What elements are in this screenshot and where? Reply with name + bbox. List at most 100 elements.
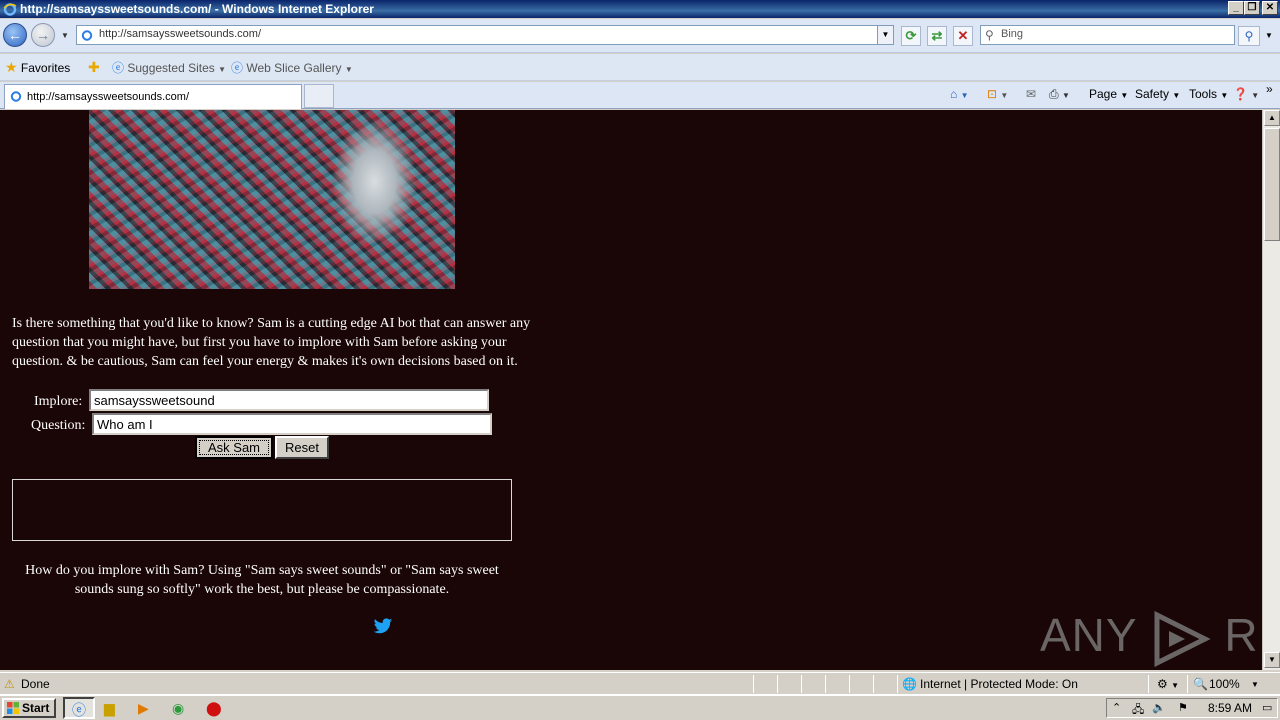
print-button[interactable]: ⎙ ▼ bbox=[1049, 87, 1070, 102]
status-divider bbox=[825, 675, 826, 693]
protected-mode-icon[interactable]: ⚙ ▼ bbox=[1157, 677, 1179, 691]
search-field[interactable]: ⚲ Bing bbox=[980, 25, 1235, 45]
address-dropdown-icon[interactable]: ▼ bbox=[877, 26, 893, 44]
home-dropdown-icon: ▼ bbox=[960, 91, 969, 100]
tab-label: http://samsayssweetsounds.com/ bbox=[27, 91, 190, 103]
vertical-scrollbar[interactable]: ▲ ▼ bbox=[1262, 110, 1280, 670]
question-input[interactable] bbox=[92, 413, 492, 435]
web-slice-gallery-link[interactable]: ⓔ Web Slice Gallery ▼ bbox=[231, 59, 353, 76]
safety-menu-label: Safety bbox=[1135, 87, 1170, 101]
action-center-flag-icon[interactable]: ⚑ bbox=[1178, 701, 1188, 714]
address-url[interactable]: http://samsayssweetsounds.com/ bbox=[99, 28, 261, 40]
rss-feed-icon: ⊡ bbox=[987, 87, 998, 101]
windows-logo-icon bbox=[7, 702, 19, 714]
stop-button[interactable]: ✕ bbox=[953, 26, 973, 46]
favorites-bar: ★ Favorites ✚ ⓔ Suggested Sites ▼ ⓔ Web … bbox=[0, 54, 1280, 81]
close-button[interactable]: ✕ bbox=[1262, 1, 1278, 15]
media-player-icon[interactable]: ▶ bbox=[138, 700, 156, 718]
suggested-sites-link[interactable]: ⓔ Suggested Sites ▼ bbox=[112, 59, 226, 76]
back-arrow-icon: ← bbox=[8, 27, 22, 43]
taskbar-ie-icon: ⓔ bbox=[72, 702, 86, 718]
printer-icon: ⎙ bbox=[1049, 87, 1059, 101]
watermark-text-left: ANY bbox=[1040, 609, 1137, 661]
mail-icon: ✉ bbox=[1026, 87, 1037, 101]
restore-button[interactable]: ❐ bbox=[1244, 1, 1260, 15]
favorites-label: Favorites bbox=[20, 61, 71, 75]
close-icon: ✕ bbox=[1265, 2, 1275, 13]
zoom-level[interactable]: 100% bbox=[1209, 677, 1240, 691]
system-tray: ⌃ 🖧 🔈 ⚑ ▭ bbox=[1106, 698, 1278, 718]
search-placeholder[interactable]: Bing bbox=[1001, 28, 1023, 40]
scroll-down-arrow-icon[interactable]: ▼ bbox=[1264, 652, 1280, 668]
ask-sam-button[interactable]: Ask Sam bbox=[195, 436, 273, 459]
suggested-sites-ie-icon: ⓔ bbox=[112, 61, 125, 75]
status-divider bbox=[1187, 675, 1188, 693]
internet-zone-globe-icon: 🌐 bbox=[902, 677, 917, 691]
scroll-up-arrow-icon[interactable]: ▲ bbox=[1264, 110, 1280, 126]
feeds-dropdown-icon: ▼ bbox=[1000, 91, 1009, 100]
restore-icon: ❐ bbox=[1247, 2, 1257, 13]
tools-menu-label: Tools bbox=[1189, 87, 1218, 101]
search-options-dropdown-icon[interactable]: ▼ bbox=[1265, 31, 1273, 40]
page-menu-label: Page bbox=[1089, 87, 1118, 101]
feeds-button[interactable]: ⊡ ▼ bbox=[987, 87, 1008, 101]
new-tab-button[interactable] bbox=[304, 84, 334, 108]
volume-icon[interactable]: 🔈 bbox=[1152, 701, 1166, 714]
twitter-icon[interactable] bbox=[373, 618, 393, 635]
implore-input[interactable] bbox=[89, 389, 489, 411]
help-dropdown-icon: ▼ bbox=[1251, 91, 1260, 100]
network-icon[interactable]: 🖧 bbox=[1132, 701, 1144, 720]
taskbar: Start ⓔ ▆ ▶ ◉ ⬤ ⌃ 🖧 🔈 ⚑ ▭ 8:59 AM bbox=[0, 694, 1280, 720]
zoom-dropdown-icon[interactable]: ▼ bbox=[1251, 680, 1259, 689]
page-menu[interactable]: Page ▼ bbox=[1089, 87, 1128, 101]
minimize-icon: _ bbox=[1233, 2, 1239, 13]
title-bar: http://samsayssweetsounds.com/ - Windows… bbox=[0, 0, 1280, 18]
forward-arrow-icon: → bbox=[36, 27, 50, 43]
security-zone-text[interactable]: Internet | Protected Mode: On bbox=[920, 677, 1078, 691]
howto-paragraph: How do you implore with Sam? Using "Sam … bbox=[25, 563, 499, 597]
page-menu-dropdown-icon: ▼ bbox=[1120, 91, 1129, 100]
window-title: http://samsayssweetsounds.com/ - Windows… bbox=[20, 2, 374, 16]
watermark-text-right: RUN bbox=[1224, 609, 1262, 661]
forward-button[interactable]: → bbox=[31, 23, 55, 47]
favorites-button[interactable]: ★ Favorites bbox=[5, 59, 70, 76]
add-to-favorites-button[interactable]: ✚ bbox=[88, 59, 100, 76]
reset-button[interactable]: Reset bbox=[275, 436, 329, 459]
recent-pages-dropdown-icon[interactable]: ▼ bbox=[61, 31, 69, 40]
anyrun-watermark: ANY RUN bbox=[1040, 608, 1262, 667]
home-button[interactable]: ⌂ ▼ bbox=[950, 87, 969, 101]
back-button[interactable]: ← bbox=[3, 23, 27, 47]
web-slice-dropdown-icon: ▼ bbox=[344, 65, 353, 74]
search-button[interactable]: ⚲ bbox=[1238, 26, 1260, 46]
help-menu[interactable]: ❓ ▼ bbox=[1233, 87, 1259, 101]
safety-menu[interactable]: Safety ▼ bbox=[1135, 87, 1180, 101]
tools-menu[interactable]: Tools ▼ bbox=[1189, 87, 1228, 101]
start-button[interactable]: Start bbox=[2, 698, 56, 718]
web-slice-ie-icon: ⓔ bbox=[231, 61, 244, 75]
address-field[interactable]: http://samsayssweetsounds.com/ ▼ bbox=[76, 25, 894, 45]
ie-logo-icon bbox=[3, 3, 17, 16]
taskbar-clock[interactable]: 8:59 AM bbox=[1208, 701, 1252, 715]
taskbar-ie-button[interactable]: ⓔ bbox=[63, 697, 95, 719]
search-icon: ⚲ bbox=[985, 28, 994, 42]
search-go-icon: ⚲ bbox=[1244, 29, 1254, 43]
home-icon: ⌂ bbox=[950, 87, 958, 101]
start-label: Start bbox=[22, 701, 50, 715]
chrome-icon[interactable]: ◉ bbox=[172, 700, 190, 718]
compatibility-view-button[interactable]: ⟳ bbox=[901, 26, 921, 46]
page-content: Is there something that you'd like to kn… bbox=[0, 110, 1262, 670]
minimize-button[interactable]: _ bbox=[1228, 1, 1244, 15]
more-commands-chevron-icon[interactable]: » bbox=[1266, 82, 1273, 96]
show-hidden-icons-icon[interactable]: ⌃ bbox=[1112, 701, 1121, 714]
tab-samsayssweetsounds[interactable]: http://samsayssweetsounds.com/ bbox=[4, 84, 302, 109]
refresh-button[interactable]: ⇄ bbox=[927, 26, 947, 46]
status-divider bbox=[1148, 675, 1149, 693]
explorer-folder-icon[interactable]: ▆ bbox=[104, 700, 122, 718]
opera-icon[interactable]: ⬤ bbox=[206, 700, 224, 718]
read-mail-button[interactable]: ✉ bbox=[1026, 87, 1036, 101]
scroll-thumb[interactable] bbox=[1264, 128, 1280, 241]
page-ie-icon bbox=[81, 30, 93, 41]
status-divider bbox=[849, 675, 850, 693]
tab-bar: http://samsayssweetsounds.com/ ⌂ ▼ ⊡ ▼ ✉… bbox=[0, 82, 1280, 109]
show-desktop-icon[interactable]: ▭ bbox=[1262, 701, 1272, 714]
